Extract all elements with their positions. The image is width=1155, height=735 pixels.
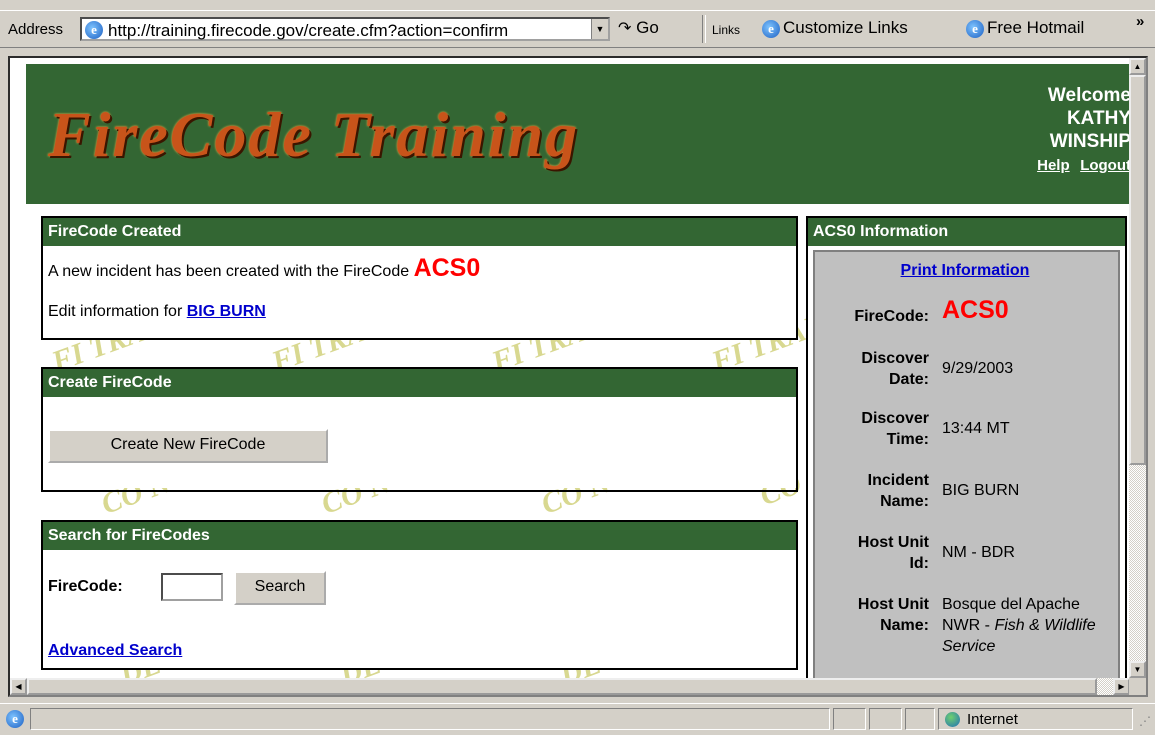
scrollbar-corner [1129, 678, 1146, 695]
ie-link-icon: e [966, 19, 984, 38]
firecode-search-input[interactable] [161, 573, 223, 601]
print-information-link[interactable]: Print Information [815, 262, 1115, 280]
user-first-name: KATHY [1066, 108, 1130, 129]
create-new-firecode-button[interactable]: Create New FireCode [48, 429, 328, 463]
status-text-cell [30, 708, 830, 730]
toolbar-chevron-icon[interactable]: » [1136, 13, 1144, 30]
panel-title: Search for FireCodes [43, 522, 796, 550]
address-bar[interactable]: e http://training.firecode.gov/create.cf… [80, 17, 610, 41]
info-key-line1: Host Unit [857, 596, 929, 613]
site-header: FireCode Training Welcome KATHY WINSHIP … [26, 64, 1130, 204]
internet-globe-icon [945, 712, 960, 727]
scroll-down-icon[interactable]: ▼ [1129, 661, 1146, 678]
info-key-line2: Date: [888, 371, 929, 388]
vertical-scroll-thumb[interactable] [1129, 75, 1146, 465]
help-link[interactable]: Help [1037, 157, 1070, 174]
status-cell [905, 708, 935, 730]
info-key-line1: Discover [861, 350, 929, 367]
address-url[interactable]: http://training.firecode.gov/create.cfm?… [108, 21, 588, 41]
info-key-line1: Host Unit [857, 534, 929, 551]
security-zone-cell: Internet [938, 708, 1133, 730]
info-panel-title: ACS0 Information [808, 218, 1125, 246]
status-bar: e Internet ⋰ [0, 703, 1155, 735]
info-key-line2: Id: [909, 555, 929, 572]
user-last-name: WINSHIP [1049, 131, 1130, 152]
horizontal-scroll-thumb[interactable] [27, 678, 1097, 695]
address-label: Address [8, 21, 64, 38]
go-arrow-icon: ↷ [618, 20, 632, 37]
ie-page-icon: e [85, 21, 103, 39]
info-key-line2: Time: [886, 431, 929, 448]
status-cell [869, 708, 902, 730]
browser-viewport: FireCode Training Welcome KATHY WINSHIP … [8, 56, 1148, 697]
resize-grip-icon[interactable]: ⋰ [1139, 714, 1151, 728]
panel-title: FireCode Created [43, 218, 796, 246]
advanced-search-link[interactable]: Advanced Search [48, 642, 182, 660]
info-value: 13:44 MT [942, 420, 1010, 437]
info-inner-box: Print Information FireCode: ACS0 Discove… [813, 250, 1120, 678]
go-button[interactable]: ↷ Go [618, 18, 659, 38]
ie-status-icon: e [6, 710, 24, 728]
address-toolbar: Address e http://training.firecode.gov/c… [0, 10, 1155, 48]
firecode-info-panel: ACS0 Information Print Information FireC… [806, 216, 1127, 678]
edit-prefix: Edit information for [48, 303, 183, 320]
info-key-line1: Discover [861, 410, 929, 427]
firecode-training-logo: FireCode Training [48, 99, 580, 170]
horizontal-scrollbar[interactable]: ◀ ▶ [10, 678, 1130, 695]
info-value: NM - BDR [942, 544, 1015, 561]
go-label: Go [636, 18, 659, 37]
welcome-block: Welcome KATHY WINSHIP Help Logout [1037, 84, 1130, 177]
link-hotmail[interactable]: e Free Hotmail [966, 18, 1084, 38]
page-content: FireCode Training Welcome KATHY WINSHIP … [10, 58, 1130, 678]
scroll-right-icon[interactable]: ▶ [1113, 678, 1130, 695]
info-key-line2: Name: [880, 617, 929, 634]
security-zone-label: Internet [967, 711, 1018, 728]
search-button[interactable]: Search [234, 571, 326, 605]
links-label: Links [712, 23, 741, 37]
created-firecode: ACS0 [413, 254, 481, 282]
incident-link[interactable]: BIG BURN [187, 303, 266, 320]
info-key: FireCode: [854, 308, 929, 325]
create-firecode-panel: Create FireCode Create New FireCode [41, 367, 798, 492]
link-customize-label: Customize Links [783, 18, 908, 37]
link-hotmail-label: Free Hotmail [987, 18, 1085, 37]
logout-link[interactable]: Logout [1080, 157, 1130, 174]
panel-title: Create FireCode [43, 369, 796, 397]
created-message: A new incident has been created with the… [48, 263, 410, 280]
toolbar-separator [702, 15, 706, 43]
info-key-line1: Incident [867, 472, 929, 489]
scroll-left-icon[interactable]: ◀ [10, 678, 27, 695]
info-key-line2: Name: [880, 493, 929, 510]
info-value: 9/29/2003 [942, 360, 1014, 377]
search-label: FireCode: [48, 578, 123, 595]
info-value: BIG BURN [942, 482, 1020, 499]
welcome-text: Welcome [1047, 85, 1130, 106]
ie-link-icon: e [762, 19, 780, 38]
search-firecodes-panel: Search for FireCodes FireCode: Search Ad… [41, 520, 798, 670]
link-customize[interactable]: e Customize Links [762, 18, 908, 38]
address-dropdown-icon[interactable]: ▼ [591, 19, 608, 39]
status-cell [833, 708, 866, 730]
vertical-scrollbar[interactable]: ▲ ▼ [1129, 58, 1146, 678]
firecode-created-panel: FireCode Created A new incident has been… [41, 216, 798, 340]
info-firecode-value: ACS0 [942, 296, 1009, 324]
scroll-up-icon[interactable]: ▲ [1129, 58, 1146, 75]
